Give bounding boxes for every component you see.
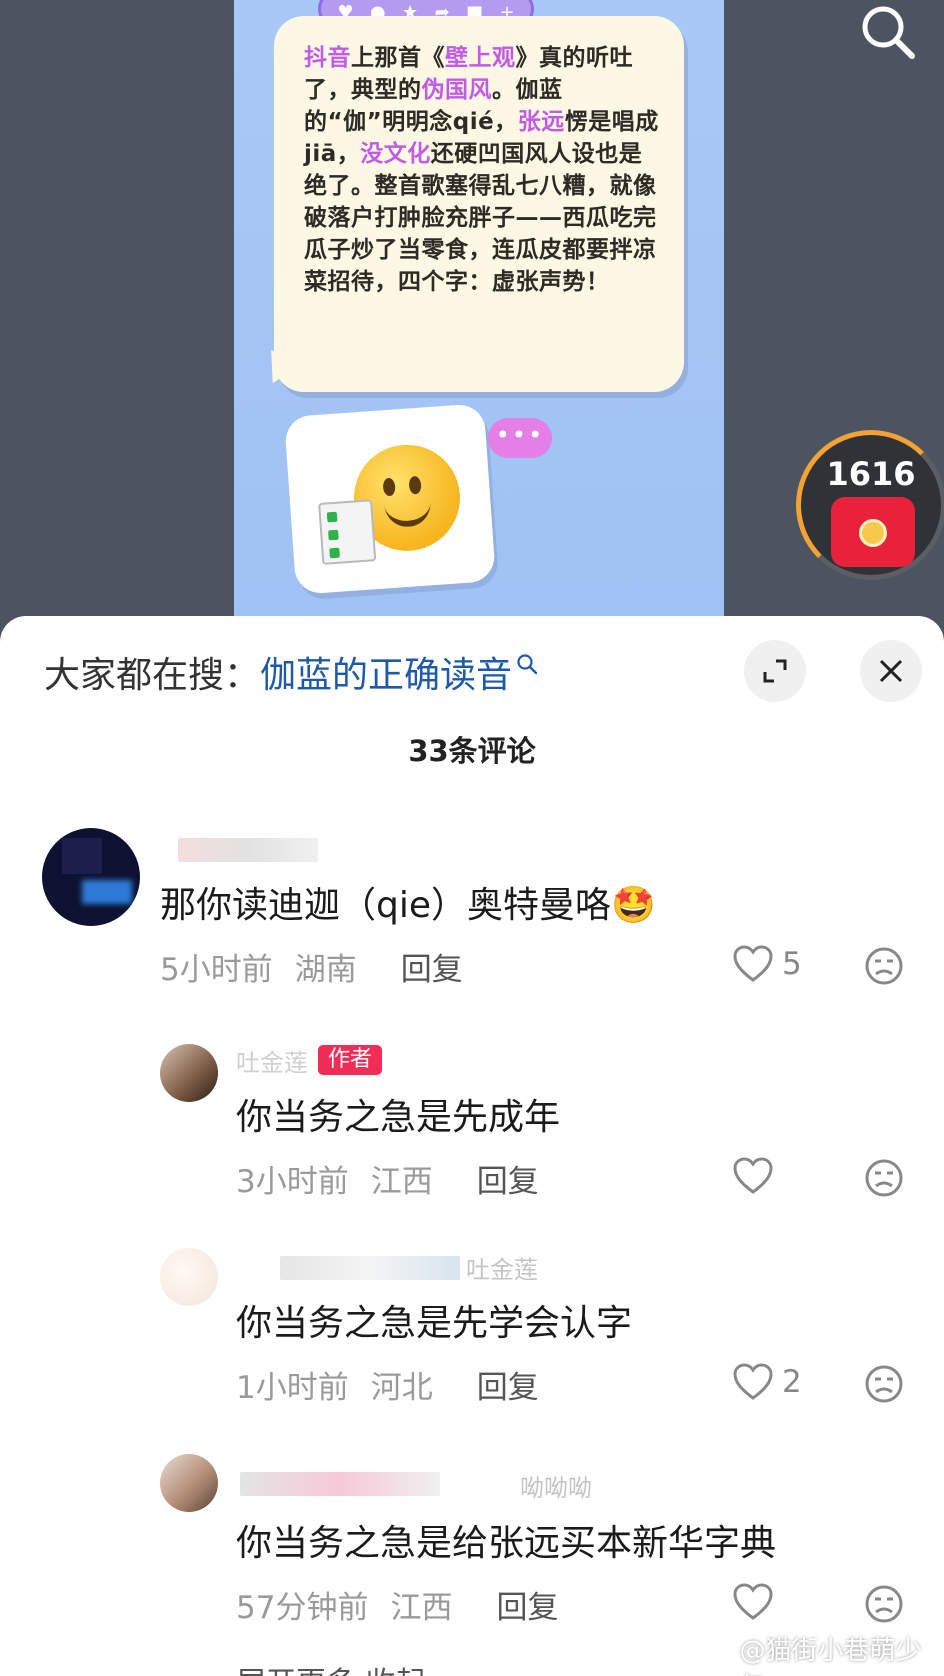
checklist-icon xyxy=(318,499,377,565)
avatar[interactable] xyxy=(160,1044,218,1102)
typing-dots-bubble: ••• xyxy=(488,418,552,458)
comment-meta: 3小时前 江西 回复 xyxy=(236,1156,539,1201)
like-button[interactable]: 2 xyxy=(732,1362,802,1402)
like-button[interactable] xyxy=(732,1156,782,1196)
watermark-text: @猫街小巷萌少年 xyxy=(739,1636,922,1676)
reply-button[interactable]: 回复 xyxy=(496,1582,558,1627)
highlight-text: 没文化 xyxy=(360,141,431,167)
comment-meta: 1小时前 河北 回复 xyxy=(236,1362,539,1407)
search-icon[interactable] xyxy=(858,2,918,62)
comment-location: 河北 xyxy=(370,1370,433,1406)
username-partial: 呦呦呦 xyxy=(520,1474,592,1502)
comment-time: 57分钟前 xyxy=(236,1590,369,1626)
suggestion-query-link[interactable]: 伽蓝的正确读音 xyxy=(260,646,512,698)
comment-sheet: 大家都在搜： 伽蓝的正确读音 33条评论 那你读迪迦（qie）奥特曼咯🤩 5小时… xyxy=(0,616,944,1676)
comment-location: 江西 xyxy=(370,1164,433,1200)
comment-text: 你当务之急是先学会认字 xyxy=(236,1303,633,1344)
comment-meta: 5小时前 湖南 回复 xyxy=(160,944,463,989)
suggestion-prefix: 大家都在搜： xyxy=(44,655,261,696)
heart-outline-icon xyxy=(733,1157,773,1194)
avatar[interactable] xyxy=(160,1454,218,1512)
reply-button[interactable]: 回复 xyxy=(477,1156,539,1201)
red-packet-widget[interactable]: 1616 xyxy=(796,430,944,580)
like-button[interactable]: 5 xyxy=(732,944,802,984)
watermark: @猫街小巷萌少年 xyxy=(702,1630,944,1676)
heart-outline-icon xyxy=(733,945,773,982)
bubble-text-segment: 上那首《 xyxy=(351,45,445,71)
comment-time: 1小时前 xyxy=(236,1370,349,1406)
weibo-icon xyxy=(702,1654,734,1676)
comment-location: 湖南 xyxy=(294,952,357,988)
username-masked[interactable] xyxy=(240,1472,440,1496)
comment-time: 5小时前 xyxy=(160,952,273,988)
reply-button[interactable]: 回复 xyxy=(401,944,463,989)
dislike-face-icon[interactable] xyxy=(864,946,904,986)
emoji-card xyxy=(284,403,496,595)
dislike-face-icon[interactable] xyxy=(864,1584,904,1624)
username-partial: 吐金莲 xyxy=(236,1048,308,1077)
red-envelope-icon xyxy=(831,497,915,567)
dislike-face-icon[interactable] xyxy=(864,1158,904,1198)
like-button[interactable] xyxy=(732,1582,782,1622)
highlight-text: 伪国风 xyxy=(421,77,492,103)
reply-button[interactable]: 回复 xyxy=(477,1362,539,1407)
username-masked[interactable] xyxy=(178,838,318,862)
comment-text: 你当务之急是给张远买本新华字典 xyxy=(236,1523,777,1564)
like-count: 5 xyxy=(782,946,802,982)
author-badge: 作者 xyxy=(318,1045,383,1075)
comment-location: 江西 xyxy=(390,1590,453,1626)
highlight-text: 壁上观 xyxy=(445,45,516,71)
speech-bubble: 抖音上那首《壁上观》真的听吐了，典型的伪国风。伽蓝的“伽”明明念qié，张远愣是… xyxy=(274,16,684,392)
comment-count-title: 33条评论 xyxy=(408,734,536,768)
star-struck-emoji: 🤩 xyxy=(611,885,656,926)
avatar[interactable] xyxy=(160,1248,218,1306)
comment-text: 你当务之急是先成年 xyxy=(236,1097,561,1138)
username-masked[interactable] xyxy=(280,1256,460,1280)
comment-text-content: 那你读迪迦（qie）奥特曼咯 xyxy=(160,885,612,926)
comment-text: 那你读迪迦（qie）奥特曼咯🤩 xyxy=(160,876,656,928)
comment-time: 3小时前 xyxy=(236,1164,349,1200)
search-suggestion[interactable]: 大家都在搜： 伽蓝的正确读音 xyxy=(44,646,538,698)
dislike-face-icon[interactable] xyxy=(864,1364,904,1404)
reply-username[interactable]: 吐金莲 作者 xyxy=(236,1044,383,1077)
expand-icon xyxy=(763,659,787,683)
red-packet-count: 1616 xyxy=(826,455,916,493)
bubble-text: 抖音上那首《壁上观》真的听吐了，典型的伪国风。伽蓝的“伽”明明念qié，张远愣是… xyxy=(304,42,660,298)
search-icon xyxy=(517,654,538,675)
highlight-text: 张远 xyxy=(517,109,565,135)
expand-button[interactable] xyxy=(744,640,806,702)
comment-meta: 57分钟前 江西 回复 xyxy=(236,1582,558,1627)
like-count: 2 xyxy=(782,1364,802,1400)
video-frame[interactable]: ♥ ● ★ ➦ ■ + 抖音上那首《壁上观》真的听吐了，典型的伪国风。伽蓝的“伽… xyxy=(234,0,724,640)
highlight-text: 抖音 xyxy=(304,45,351,71)
expand-more-replies[interactable]: 展开更多 收起 xyxy=(236,1658,426,1676)
close-button[interactable] xyxy=(860,640,922,702)
heart-outline-icon xyxy=(733,1583,773,1620)
username-partial: 吐金莲 xyxy=(466,1256,538,1284)
heart-outline-icon xyxy=(733,1363,773,1400)
close-icon xyxy=(879,659,903,683)
avatar[interactable] xyxy=(42,828,140,926)
